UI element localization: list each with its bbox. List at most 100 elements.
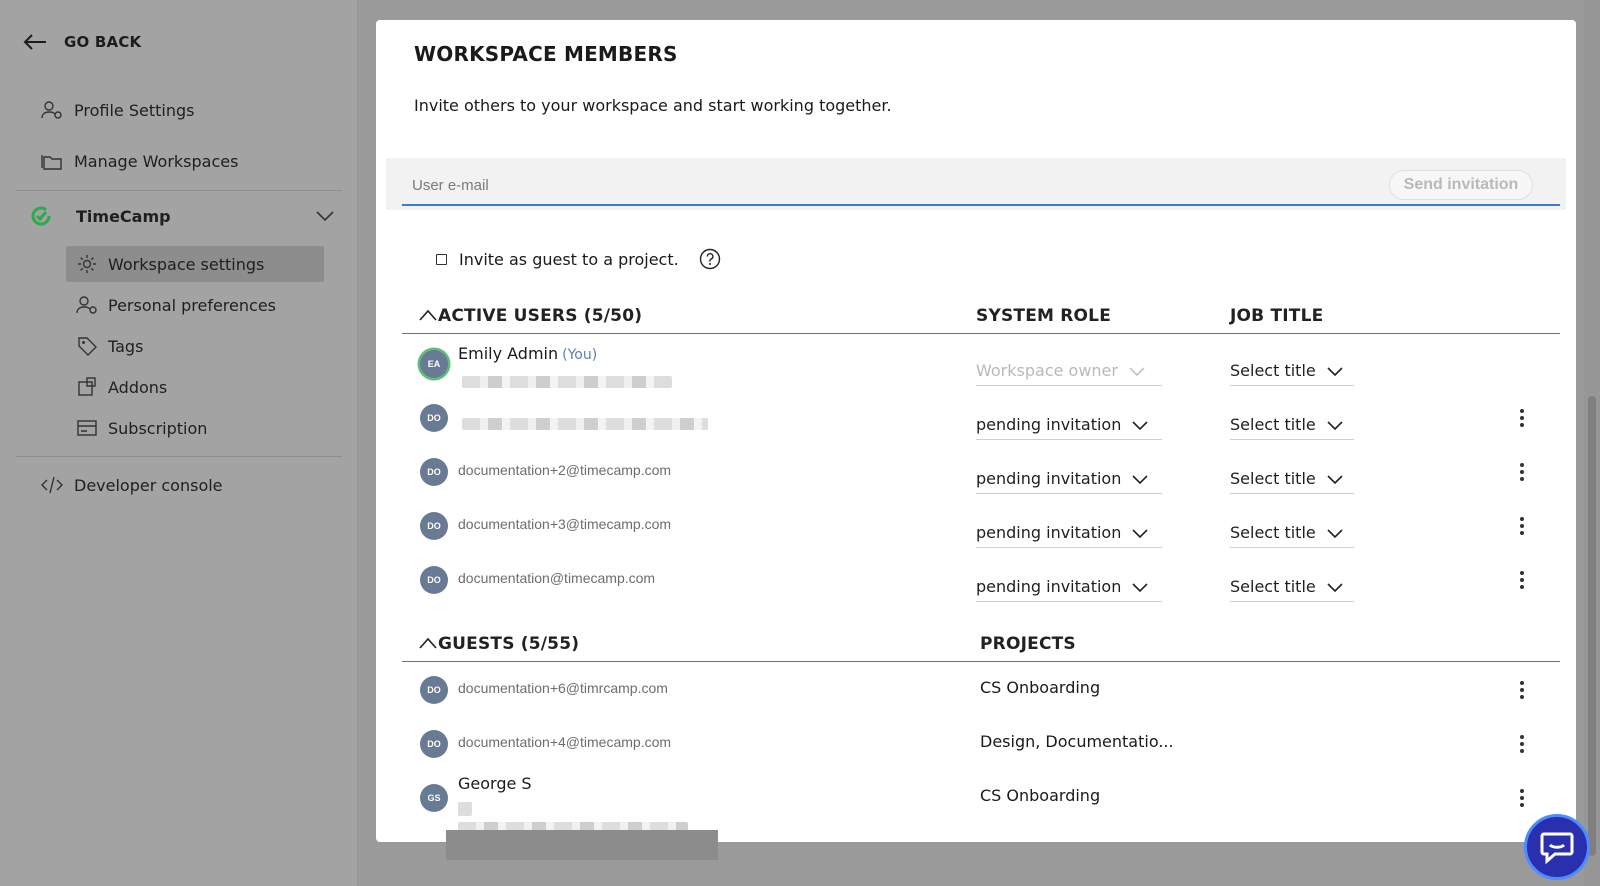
system-role-select: Workspace owner (976, 356, 1162, 386)
sidebar-item-label: Profile Settings (74, 100, 195, 120)
gear-icon (78, 255, 96, 273)
more-options-icon[interactable] (1512, 568, 1532, 592)
sidebar-item-label: Developer console (74, 475, 223, 495)
avatar: DO (420, 566, 448, 594)
table-row: DO documentation+4@timecamp.com Design, … (402, 724, 1560, 778)
sidebar-item-label: Subscription (108, 418, 208, 438)
more-options-icon[interactable] (1512, 514, 1532, 538)
sidebar-item-personal-preferences[interactable]: Personal preferences (66, 287, 324, 323)
tag-icon (78, 337, 97, 356)
chevron-up-icon[interactable] (418, 308, 438, 322)
member-email: documentation@timecamp.com (458, 570, 656, 586)
system-role-select[interactable]: pending invitation (976, 572, 1162, 602)
select-value: Select title (1230, 577, 1316, 596)
modal-title: WORKSPACE MEMBERS (414, 42, 678, 66)
sidebar-item-manage-workspaces[interactable]: Manage Workspaces (40, 146, 238, 176)
projects-header: PROJECTS (980, 634, 1076, 654)
table-row: GS George S CS Onboarding (402, 774, 1560, 834)
user-email-input[interactable] (412, 170, 1312, 200)
code-icon (41, 476, 63, 494)
guest-email: documentation+4@timecamp.com (458, 734, 672, 750)
chat-button[interactable] (1524, 814, 1590, 880)
more-options-icon[interactable] (1512, 786, 1532, 810)
guests-header: GUESTS (5/55) PROJECTS (402, 632, 1560, 662)
select-value: pending invitation (976, 577, 1122, 596)
avatar: DO (420, 404, 448, 432)
go-back-button[interactable]: GO BACK (22, 30, 141, 54)
puzzle-icon (78, 377, 96, 396)
chevron-down-icon (1132, 420, 1148, 430)
chevron-down-icon (1327, 420, 1343, 430)
workspace-toggle-timecamp[interactable]: TimeCamp (30, 201, 336, 231)
select-value: pending invitation (976, 415, 1122, 434)
more-options-icon[interactable] (1512, 406, 1532, 430)
sidebar-item-subscription[interactable]: Subscription (66, 410, 324, 446)
help-icon[interactable] (699, 248, 721, 270)
chat-icon (1540, 832, 1574, 864)
input-underline (402, 204, 1560, 206)
chevron-up-icon[interactable] (418, 636, 438, 650)
system-role-header: SYSTEM ROLE (976, 306, 1112, 326)
sidebar-item-label: Manage Workspaces (74, 151, 239, 171)
workspace-members-modal: WORKSPACE MEMBERS Invite others to your … (376, 20, 1576, 842)
table-row: DO documentation+3@timecamp.com pending … (402, 506, 1560, 560)
sidebar-item-label: Tags (108, 336, 144, 356)
avatar: DO (420, 458, 448, 486)
redacted-email (462, 376, 672, 388)
sidebar-item-developer-console[interactable]: Developer console (40, 470, 223, 500)
credit-card-icon (77, 420, 97, 436)
page-scrollbar[interactable] (1584, 0, 1600, 886)
table-row: DO pending invitation Select title (402, 398, 1560, 452)
job-title-select[interactable]: Select title (1230, 356, 1354, 386)
member-name-text: Emily Admin (458, 344, 559, 363)
redacted-field (458, 802, 472, 816)
table-row: DO documentation+2@timecamp.com pending … (402, 452, 1560, 506)
invite-guest-option: Invite as guest to a project. (436, 248, 721, 270)
more-options-icon[interactable] (1512, 732, 1532, 756)
select-value: Select title (1230, 523, 1316, 542)
chevron-down-icon (316, 211, 334, 222)
guest-projects: Design, Documentatio... (980, 732, 1174, 751)
redacted-email (462, 418, 708, 430)
invite-guest-checkbox[interactable] (436, 253, 447, 265)
send-invitation-button[interactable]: Send invitation (1389, 170, 1533, 200)
avatar: DO (420, 730, 448, 758)
member-name: Emily Admin (You) (458, 344, 597, 363)
select-value: Select title (1230, 361, 1316, 380)
system-role-select[interactable]: pending invitation (976, 410, 1162, 440)
job-title-select[interactable]: Select title (1230, 518, 1354, 548)
member-email: documentation+2@timecamp.com (458, 462, 672, 478)
avatar: DO (420, 676, 448, 704)
active-users-heading: ACTIVE USERS (5/50) (438, 306, 643, 326)
system-role-select[interactable]: pending invitation (976, 518, 1162, 548)
tooltip-shadow (446, 830, 718, 860)
select-value: pending invitation (976, 523, 1122, 542)
table-row: EA Emily Admin (You) Workspace owner Sele… (402, 344, 1560, 398)
arrow-left-icon (23, 34, 46, 50)
chevron-down-icon (1327, 474, 1343, 484)
sidebar-item-addons[interactable]: Addons (66, 369, 324, 405)
more-options-icon[interactable] (1512, 460, 1532, 484)
job-title-select[interactable]: Select title (1230, 572, 1354, 602)
select-value: Select title (1230, 469, 1316, 488)
scrollbar-thumb[interactable] (1588, 396, 1596, 856)
more-options-icon[interactable] (1512, 678, 1532, 702)
guest-email: documentation+6@timrcamp.com (458, 680, 668, 696)
job-title-select[interactable]: Select title (1230, 464, 1354, 494)
active-users-header: ACTIVE USERS (5/50) SYSTEM ROLE JOB TITL… (402, 304, 1560, 334)
sidebar-item-tags[interactable]: Tags (66, 328, 324, 364)
sidebar-item-workspace-settings[interactable]: Workspace settings (66, 246, 324, 282)
workspace-name: TimeCamp (76, 206, 171, 226)
member-email: documentation+3@timecamp.com (458, 516, 672, 532)
guest-projects: CS Onboarding (980, 678, 1101, 697)
chevron-down-icon (1132, 582, 1148, 592)
chevron-down-icon (1327, 366, 1343, 376)
sidebar-divider (16, 190, 342, 191)
sidebar: GO BACK Profile Settings Manage Workspac… (0, 0, 358, 886)
job-title-select[interactable]: Select title (1230, 410, 1354, 440)
select-value: Select title (1230, 415, 1316, 434)
timecamp-logo-icon (31, 206, 51, 226)
system-role-select[interactable]: pending invitation (976, 464, 1162, 494)
sidebar-item-profile-settings[interactable]: Profile Settings (40, 95, 194, 125)
select-value: pending invitation (976, 469, 1122, 488)
